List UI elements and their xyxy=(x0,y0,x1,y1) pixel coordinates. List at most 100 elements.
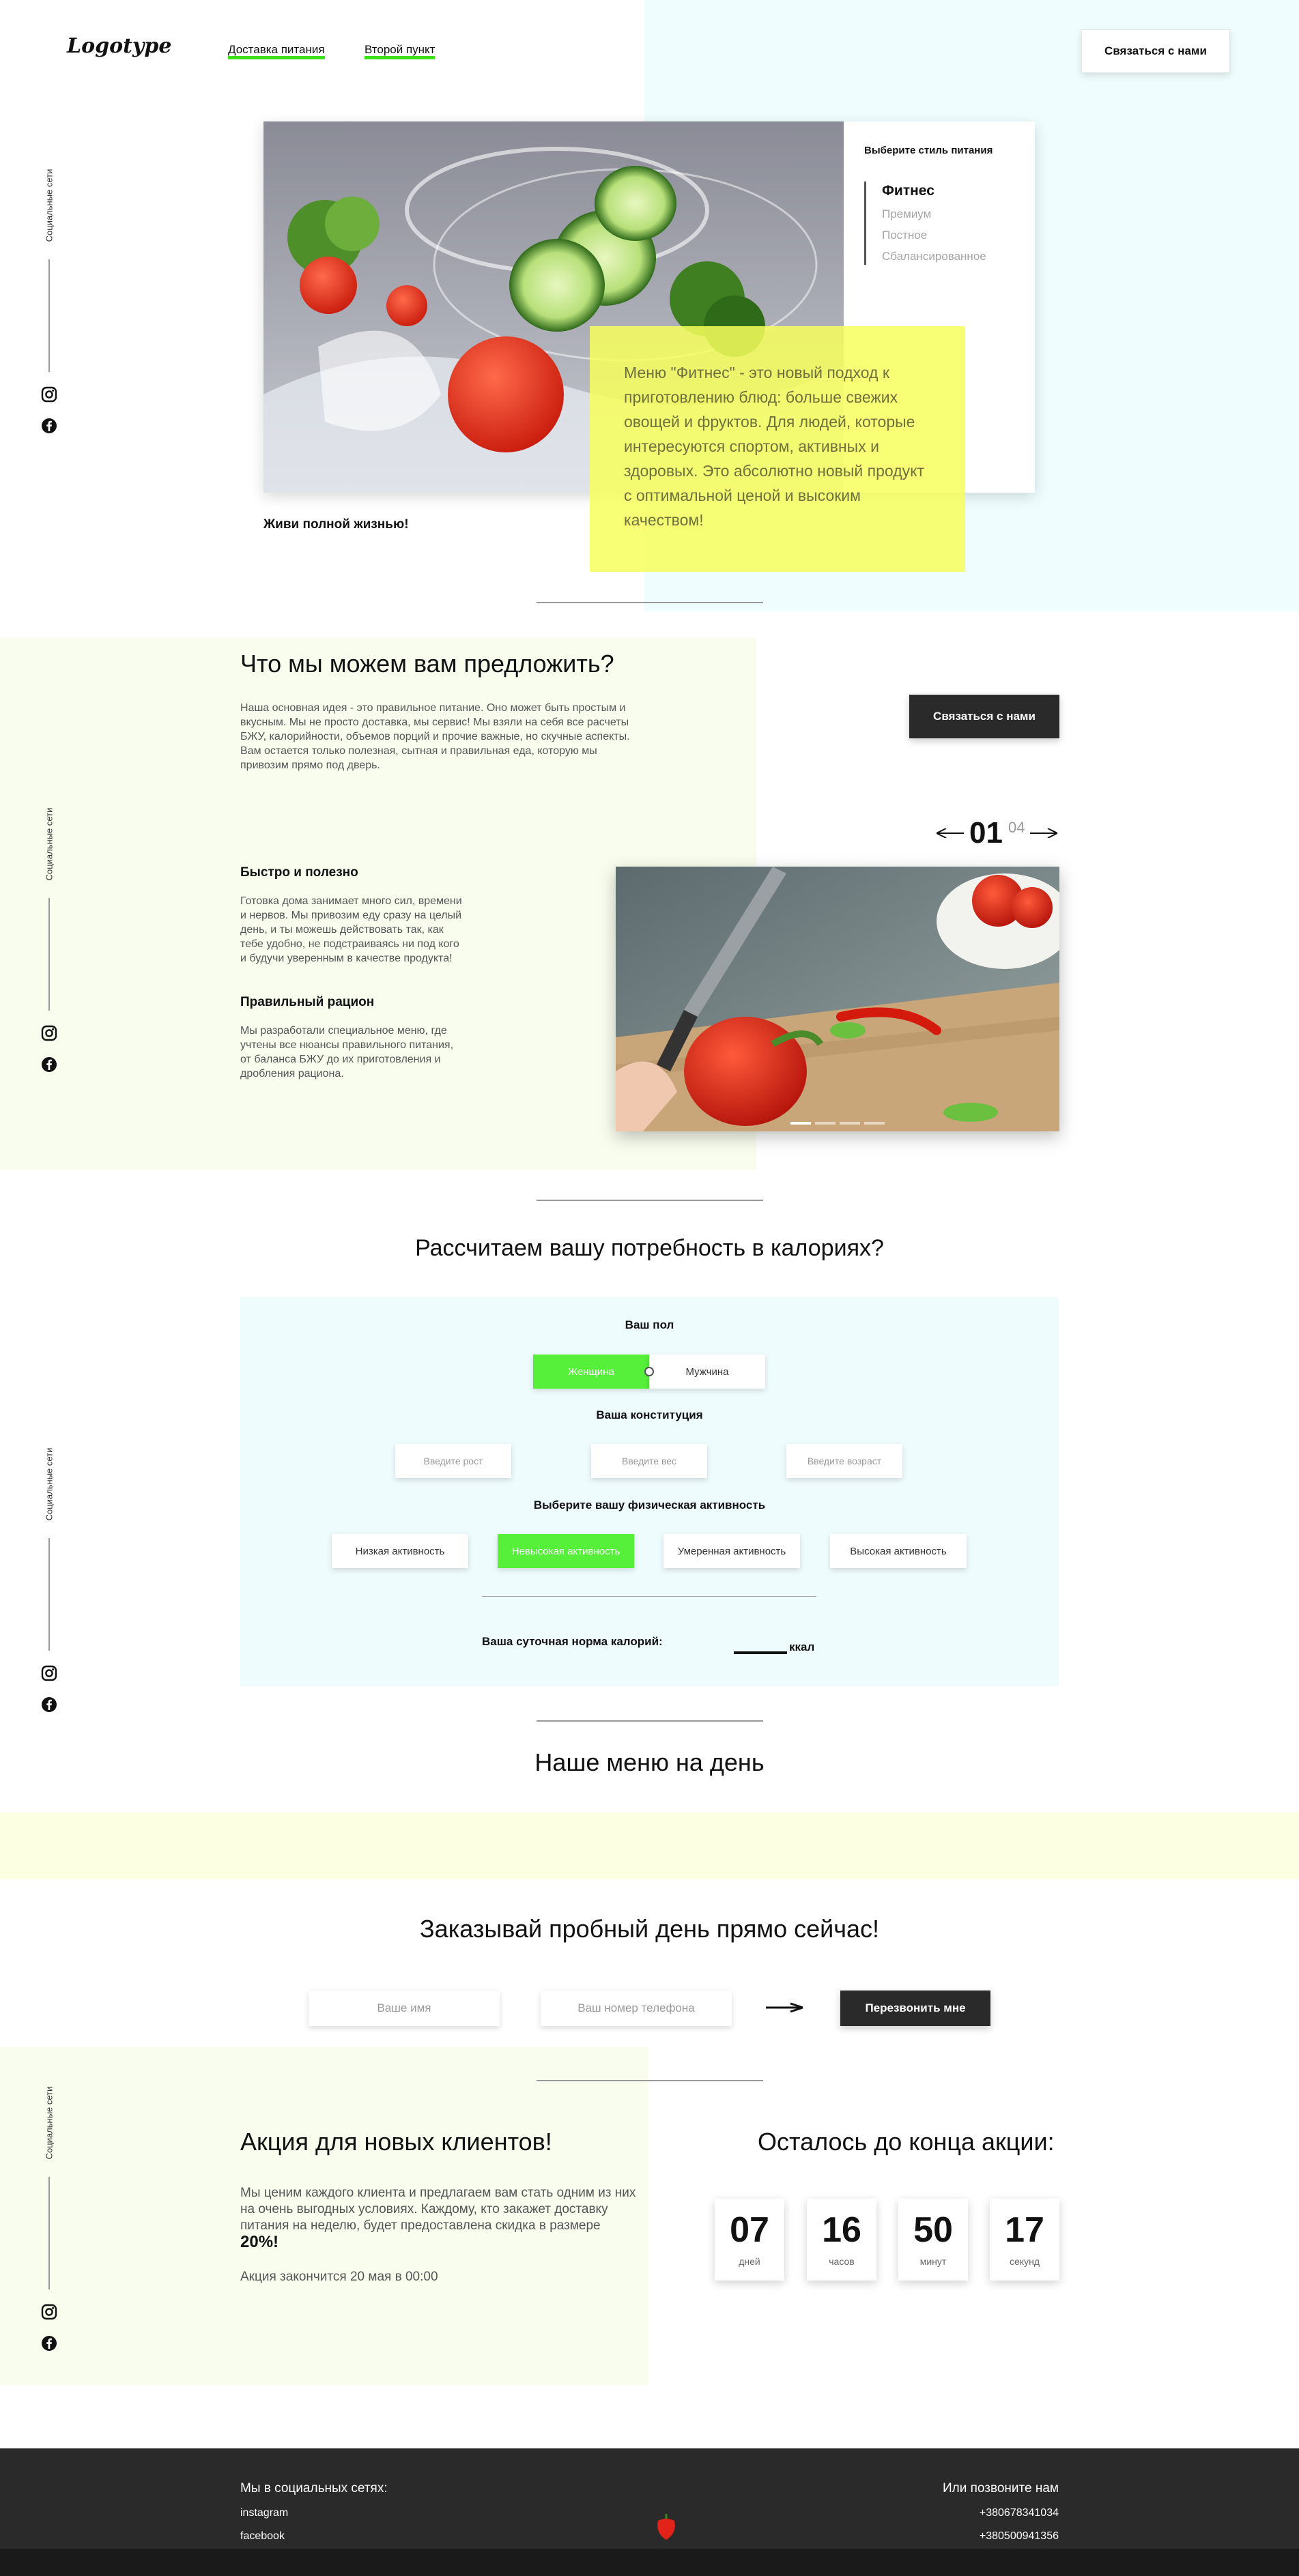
footer-bottom-bar xyxy=(0,2549,1299,2576)
footer-social-title: Мы в социальных сетях: xyxy=(240,2481,388,2495)
facebook-icon[interactable] xyxy=(41,418,57,434)
prev-arrow-icon[interactable] xyxy=(937,828,964,838)
divider xyxy=(537,2080,763,2081)
footer-phone-2[interactable]: +380500941356 xyxy=(980,2530,1059,2543)
callback-button[interactable]: Перезвонить мне xyxy=(840,1991,990,2026)
promo-title: Акция для новых клиентов! xyxy=(240,2128,552,2156)
weight-input[interactable] xyxy=(591,1444,707,1478)
divider xyxy=(537,1200,763,1201)
facebook-icon[interactable] xyxy=(41,2335,57,2351)
slider-dots xyxy=(790,1122,885,1125)
calc-title: Рассчитаем вашу потребность в калориях? xyxy=(415,1235,884,1261)
instagram-icon[interactable] xyxy=(41,2304,57,2320)
promo-discount: 20%! xyxy=(240,2233,279,2251)
activity-label: Выберите вашу физическая активность xyxy=(533,1499,766,1511)
gender-label: Ваш пол xyxy=(625,1318,674,1331)
social-line xyxy=(48,898,50,1011)
diet-option-balanced[interactable]: Сбалансированное xyxy=(882,250,986,263)
diet-option-premium[interactable]: Премиум xyxy=(882,207,931,221)
countdown-box: 07 дней xyxy=(715,2199,784,2281)
instagram-icon[interactable] xyxy=(41,1025,57,1041)
gender-male[interactable]: Мужчина xyxy=(649,1355,765,1389)
countdown-unit: часов xyxy=(829,2256,855,2267)
countdown-box: 50 минут xyxy=(898,2199,968,2281)
slider-dot[interactable] xyxy=(815,1122,836,1125)
social-label: Социальные сети xyxy=(42,2079,56,2167)
calories-unit: ккал xyxy=(789,1640,815,1653)
countdown-title: Осталось до конца акции: xyxy=(758,2128,1055,2156)
instagram-icon[interactable] xyxy=(41,1665,57,1681)
height-input[interactable] xyxy=(395,1444,511,1478)
menu-strip xyxy=(0,1812,1299,1879)
footer-call-title: Или позвоните нам xyxy=(943,2481,1059,2495)
age-input[interactable] xyxy=(786,1444,902,1478)
header-contact-button[interactable]: Связаться с нами xyxy=(1081,29,1230,73)
activity-high[interactable]: Высокая активность xyxy=(830,1534,967,1568)
social-label-text: Социальные сети xyxy=(44,2086,55,2160)
promo-end-date: Акция закончится 20 мая в 00:00 xyxy=(240,2270,438,2284)
calories-result-label: Ваша суточная норма калорий: xyxy=(482,1635,663,1648)
offer-contact-button[interactable]: Связаться с нами xyxy=(909,695,1059,738)
divider xyxy=(537,602,763,603)
countdown-unit: минут xyxy=(919,2256,947,2267)
social-label-text: Социальные сети xyxy=(44,169,55,242)
countdown-box: 16 часов xyxy=(807,2199,876,2281)
footer-link-facebook[interactable]: facebook xyxy=(240,2530,285,2543)
facebook-icon[interactable] xyxy=(41,1696,57,1713)
social-line xyxy=(48,1538,50,1651)
name-input[interactable] xyxy=(309,1991,500,2026)
slider-dot[interactable] xyxy=(864,1122,885,1125)
logo[interactable]: Logotype xyxy=(67,34,171,58)
feature-diet-text: Мы разработали специальное меню, где учт… xyxy=(240,1025,454,1080)
countdown-value: 17 xyxy=(1005,2210,1044,2250)
slider-counter: 01 04 xyxy=(937,816,1058,850)
social-label: Социальные сети xyxy=(42,1440,56,1529)
footer: Мы в социальных сетях: instagram faceboo… xyxy=(0,2448,1299,2576)
diet-style-title: Выберите стиль питания xyxy=(864,145,993,156)
slider-image-pepper xyxy=(616,867,1059,1131)
offer-title: Что мы можем вам предложить? xyxy=(240,650,614,678)
diet-description: Меню "Фитнес" - это новый подход к приго… xyxy=(590,326,965,572)
social-label-text: Социальные сети xyxy=(44,807,55,881)
constitution-label: Ваша конституция xyxy=(596,1408,703,1421)
order-title: Заказывай пробный день прямо сейчас! xyxy=(419,1915,880,1943)
social-line xyxy=(48,2177,50,2289)
social-label: Социальные сети xyxy=(42,161,56,250)
next-arrow-icon[interactable] xyxy=(1030,828,1058,838)
divider xyxy=(537,1720,763,1722)
promo-text-block: Мы ценим каждого клиента и предлагаем ва… xyxy=(240,2185,636,2252)
diet-option-lent[interactable]: Постное xyxy=(882,229,927,242)
activity-moderate[interactable]: Умеренная активность xyxy=(663,1534,800,1568)
diet-option-fitness[interactable]: Фитнес xyxy=(882,183,934,199)
menu-title: Наше меню на день xyxy=(534,1748,765,1776)
offer-text: Наша основная идея - это правильное пита… xyxy=(240,702,630,771)
arrow-right-icon xyxy=(766,2002,804,2016)
social-label-text: Социальные сети xyxy=(44,1447,55,1521)
nav-delivery[interactable]: Доставка питания xyxy=(228,44,325,59)
instagram-icon[interactable] xyxy=(41,386,57,403)
countdown-value: 07 xyxy=(730,2210,769,2250)
nav-second[interactable]: Второй пункт xyxy=(365,44,436,59)
calc-divider xyxy=(482,1596,816,1597)
feature-fast-title: Быстро и полезно xyxy=(240,865,358,880)
countdown-value: 16 xyxy=(822,2210,861,2250)
countdown-unit: дней xyxy=(739,2256,760,2267)
gender-toggle-knob[interactable] xyxy=(644,1367,654,1376)
footer-link-instagram[interactable]: instagram xyxy=(240,2507,288,2519)
countdown-value: 50 xyxy=(913,2210,953,2250)
activity-light[interactable]: Невысокая активность xyxy=(498,1534,634,1568)
phone-input[interactable] xyxy=(541,1991,732,2026)
countdown-box: 17 секунд xyxy=(990,2199,1059,2281)
social-line xyxy=(48,259,50,372)
footer-phone-1[interactable]: +380678341034 xyxy=(980,2507,1059,2519)
countdown-unit: секунд xyxy=(1010,2256,1040,2267)
diet-selector-bar xyxy=(864,182,866,265)
slide-total: 04 xyxy=(1008,819,1025,836)
calories-result-value xyxy=(734,1651,787,1654)
gender-female[interactable]: Женщина xyxy=(533,1355,649,1389)
hero-tagline: Живи полной жизнью! xyxy=(263,517,409,532)
facebook-icon[interactable] xyxy=(41,1056,57,1073)
slider-dot[interactable] xyxy=(840,1122,860,1125)
slider-dot[interactable] xyxy=(790,1122,811,1125)
activity-low[interactable]: Низкая активность xyxy=(332,1534,468,1568)
